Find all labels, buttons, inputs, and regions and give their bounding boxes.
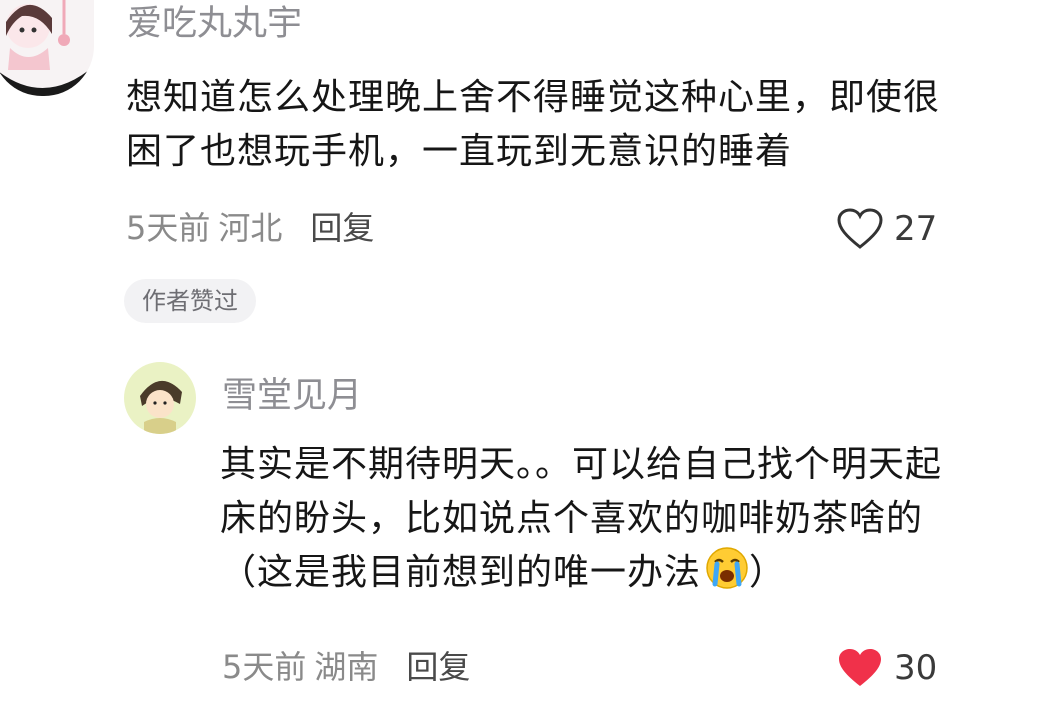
avatar-illustration-icon — [124, 362, 196, 434]
comment-text-line: 困了也想玩手机，一直玩到无意识的睡着 — [126, 131, 793, 172]
avatar[interactable] — [0, 0, 94, 96]
username[interactable]: 爱吃丸丸宇 — [127, 2, 302, 46]
comment-text-segment: （这是我目前想到的唯一办法 — [220, 552, 702, 593]
author-liked-badge: 作者赞过 — [124, 279, 256, 323]
comment-location: 河北 — [218, 209, 283, 247]
comment-time: 5天前 — [126, 209, 211, 247]
avatar-illustration-icon — [0, 0, 94, 96]
comment-location: 湖南 — [314, 648, 379, 686]
heart-outline-icon — [837, 208, 883, 249]
like-count: 27 — [894, 209, 938, 249]
comment-text: 其实是不期待明天。。可以给自己找个明天起 床的盼头，比如说点个喜欢的咖啡奶茶啥的… — [220, 438, 942, 606]
reply-button[interactable]: 回复 — [406, 648, 470, 686]
loudly-crying-face-emoji-icon — [705, 546, 749, 606]
comment-text: 想知道怎么处理晚上舍不得睡觉这种心里，即使很 困了也想玩手机，一直玩到无意识的睡… — [126, 71, 940, 179]
username[interactable]: 雪堂见月 — [222, 374, 362, 418]
comment-text-line: 床的盼头，比如说点个喜欢的咖啡奶茶啥的 — [220, 498, 924, 539]
comment-meta: 5天前 湖南 回复 — [222, 647, 470, 687]
avatar[interactable] — [124, 362, 196, 434]
reply-button[interactable]: 回复 — [310, 209, 374, 247]
comment-time: 5天前 — [222, 648, 307, 686]
comment-meta: 5天前 河北 回复 — [126, 208, 374, 248]
comment-text-segment: ） — [749, 552, 787, 593]
heart-filled-icon — [839, 649, 881, 686]
comment-text-line: （这是我目前想到的唯一办法 ） — [220, 546, 942, 606]
like-button[interactable]: 27 — [836, 207, 937, 251]
like-button[interactable]: 30 — [836, 646, 937, 690]
comment-text-line: 其实是不期待明天。。可以给自己找个明天起 — [220, 444, 943, 485]
like-count: 30 — [894, 648, 938, 688]
comment-text-line: 想知道怎么处理晚上舍不得睡觉这种心里，即使很 — [126, 77, 941, 118]
